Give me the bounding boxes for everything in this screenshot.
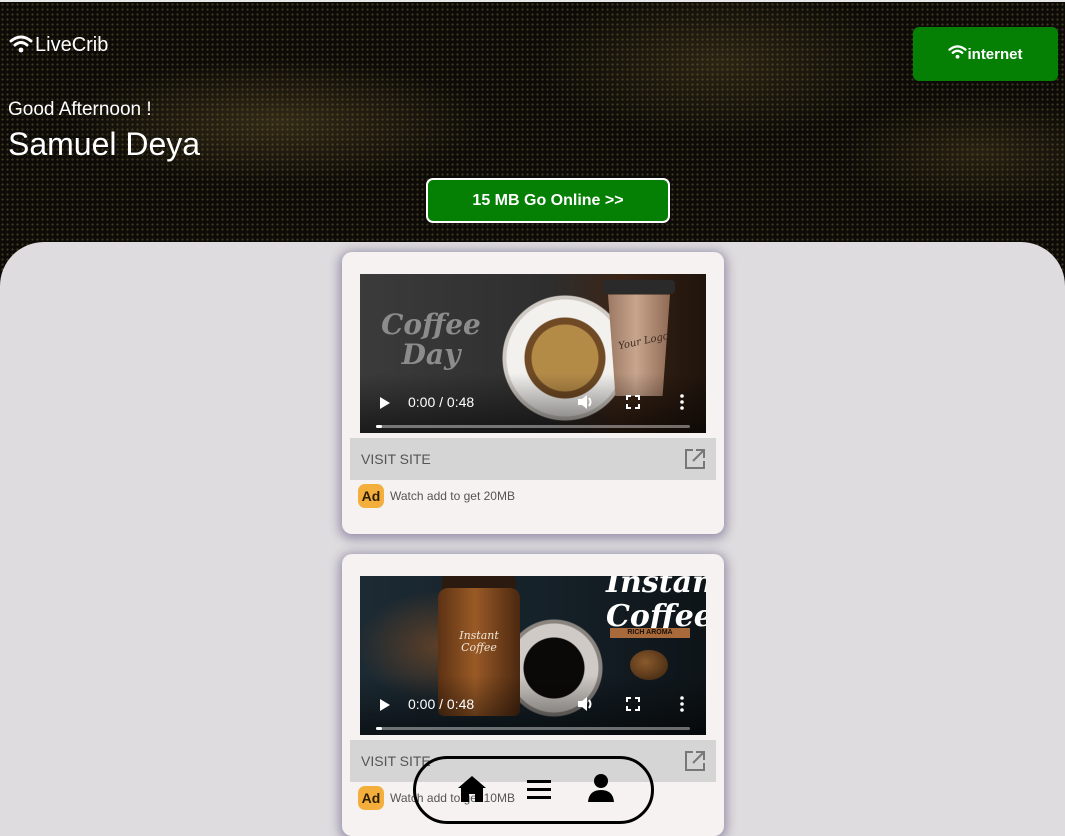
fullscreen-icon[interactable]	[626, 395, 640, 409]
cup-lid	[603, 280, 675, 294]
video-controls: 0:00 / 0:48	[360, 675, 706, 735]
volume-icon[interactable]	[577, 695, 595, 713]
ad-badge: Ad	[358, 786, 384, 810]
external-link-icon	[685, 751, 705, 771]
video-player[interactable]: Coffee Day Your Logo 0:00 / 0:48	[360, 274, 706, 433]
bottom-nav	[413, 756, 654, 824]
thumbnail-title: Instant Coffee	[606, 576, 706, 634]
video-player[interactable]: Instant Coffee Instant Coffee RICH AROMA…	[360, 576, 706, 735]
fullscreen-icon[interactable]	[626, 697, 640, 711]
visit-site-label: VISIT SITE	[361, 451, 431, 467]
profile-icon[interactable]	[585, 772, 617, 804]
home-icon[interactable]	[456, 773, 488, 805]
more-options-icon[interactable]	[675, 695, 689, 713]
internet-button-label: internet	[967, 45, 1023, 63]
video-progress-fill	[376, 425, 383, 428]
external-link-icon	[685, 449, 705, 469]
go-online-button[interactable]: 15 MB Go Online >>	[426, 178, 670, 223]
user-name: Samuel Deya	[8, 126, 201, 162]
play-icon[interactable]	[380, 699, 390, 711]
video-time: 0:00 / 0:48	[408, 394, 475, 410]
ad-card: Coffee Day Your Logo 0:00 / 0:48 VISIT S…	[342, 252, 724, 534]
video-controls: 0:00 / 0:48	[360, 373, 706, 433]
brand-logo[interactable]: LiveCrib	[9, 34, 108, 57]
jar-label-text: Instant Coffee	[459, 629, 499, 654]
wifi-icon	[948, 45, 968, 59]
video-time: 0:00 / 0:48	[408, 696, 475, 712]
ad-note: Ad Watch add to get 20MB	[358, 484, 515, 508]
thumbnail-title: Coffee Day	[381, 308, 481, 371]
menu-icon[interactable]	[523, 774, 555, 806]
visit-site-button[interactable]: VISIT SITE	[350, 438, 716, 480]
video-progress-fill	[376, 727, 383, 730]
play-icon[interactable]	[380, 397, 390, 409]
brand-name: LiveCrib	[35, 34, 109, 56]
volume-icon[interactable]	[577, 393, 595, 411]
ad-reward-text: Watch add to get 20MB	[390, 489, 515, 503]
ad-badge: Ad	[358, 484, 384, 508]
visit-site-label: VISIT SITE	[361, 753, 431, 769]
internet-button[interactable]: internet	[913, 27, 1058, 81]
video-progress-bar[interactable]	[376, 425, 690, 428]
thumbnail-subtitle: RICH AROMA	[610, 628, 690, 638]
video-progress-bar[interactable]	[376, 727, 690, 730]
more-options-icon[interactable]	[675, 393, 689, 411]
wifi-icon	[9, 35, 33, 52]
greeting-text: Good Afternoon !	[8, 99, 152, 120]
